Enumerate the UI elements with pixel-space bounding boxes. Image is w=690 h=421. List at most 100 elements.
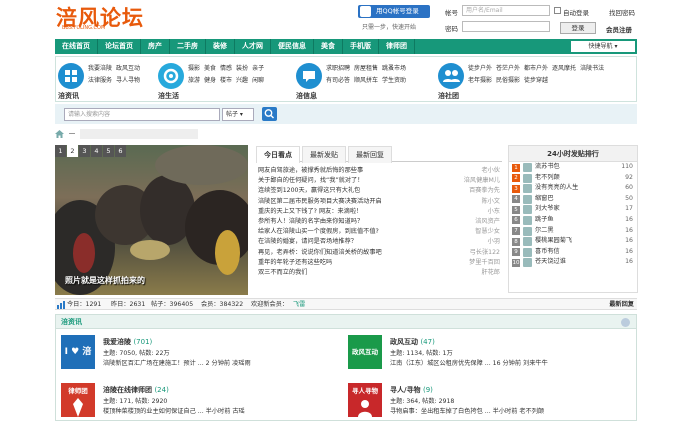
home-icon — [55, 130, 64, 138]
forum-item[interactable]: 律师团 涪陵在线律师团 (24) 主题: 171, 帖数: 2920 楼顶种菜楼… — [61, 383, 311, 419]
subnav-link[interactable]: 学生资助 — [382, 77, 406, 84]
forum-latest[interactable]: 涪陵新区百汇广场在建施工！预计 ... 2 分钟前 凌瑶雨 — [103, 358, 251, 367]
subnav-link[interactable]: 有司必答 — [326, 77, 350, 84]
photo-caption[interactable]: 照片就是这样抓拍来的 — [65, 275, 145, 286]
subnav-link[interactable]: 顺风拼车 — [354, 77, 378, 84]
subnav-link[interactable]: 旅游 — [188, 77, 200, 84]
search-input[interactable]: 请输入搜索内容 — [64, 108, 220, 121]
rank-row[interactable]: 9 喜币有信 16 — [509, 247, 637, 258]
news-item[interactable]: 关于鄙自的任何疑问，找“我”就对了！ 涪风健康M儿 — [258, 176, 500, 186]
subnav-link[interactable]: 老年摄影 — [468, 77, 492, 84]
nav-item-mobile[interactable]: 手机版 — [343, 39, 379, 54]
subnav-link[interactable]: 政风互动 — [116, 65, 140, 72]
rank-row[interactable]: 2 老不列颠 92 — [509, 173, 637, 184]
latest-replies-link[interactable]: 最新回复 — [609, 299, 634, 310]
rank-row[interactable]: 8 樱桃果园菊飞 16 — [509, 236, 637, 247]
news-item[interactable]: 连续签到1200天，赢得这只有大礼包 百赛拳为先 — [258, 186, 500, 196]
search-button[interactable] — [262, 107, 277, 121]
nav-item-realestate[interactable]: 房产 — [141, 39, 170, 54]
forum-name[interactable]: 寻人/寻物 — [390, 386, 421, 394]
subnav-link[interactable]: 徒步户外 — [468, 65, 492, 72]
forum-name[interactable]: 涪陵在线律师团 — [103, 386, 152, 394]
search-scope-select[interactable]: 帖子 ▾ — [222, 108, 254, 121]
account-input[interactable]: 用户名/Email — [462, 5, 550, 16]
stat-new-member[interactable]: 飞雷 — [293, 299, 305, 310]
stats-bar: 今日：1291 昨日：2631 帖子：396405 会员：384322 欢迎新会… — [55, 298, 637, 310]
subnav-link[interactable]: 装扮 — [236, 65, 248, 72]
subnav-link[interactable]: 寻人寻物 — [116, 77, 140, 84]
forum-item[interactable]: 政风互动 政风互动 (47) 主题: 1134, 帖数: 1万 江南（江东）城区… — [348, 335, 598, 371]
tab-today[interactable]: 今日看点 — [256, 146, 300, 163]
subnav-link[interactable]: 我要涪陵 — [88, 65, 112, 72]
register-link[interactable]: 会员注册 — [606, 24, 632, 34]
password-input[interactable] — [462, 21, 550, 32]
nav-item-food[interactable]: 美食 — [314, 39, 343, 54]
subnav-link[interactable]: 徒步穿越 — [524, 77, 548, 84]
subnav-link[interactable]: 美食 — [204, 65, 216, 72]
subnav-link[interactable]: 房屋租售 — [354, 65, 378, 72]
rank-row[interactable]: 4 缩窗巴 50 — [509, 194, 637, 205]
rank-row[interactable]: 3 没有亮亮的人生 60 — [509, 183, 637, 194]
forum-latest[interactable]: 寻物启事：坐出租车掉了白色挎包 ... 半小时前 老不列颠 — [390, 406, 544, 415]
forum-item[interactable]: 寻人寻物 寻人/寻物 (9) 主题: 364, 帖数: 2918 寻物启事：坐出… — [348, 383, 598, 419]
news-item[interactable]: 重庆的天上又下钱了? 网友：来滴啦！ 小东 — [258, 207, 500, 217]
collapse-icon[interactable] — [621, 318, 630, 327]
nav-item-decor[interactable]: 装修 — [206, 39, 235, 54]
photo-page-2[interactable]: 2 — [67, 145, 78, 157]
subnav-link[interactable]: 健身 — [204, 77, 216, 84]
forum-stats: 主题: 364, 帖数: 2918 — [390, 398, 455, 405]
subnav-link[interactable]: 闲聊 — [252, 77, 264, 84]
news-item[interactable]: 重年的年轮子还有这些吃吗 梦里千百回 — [258, 258, 500, 268]
photo-page-5[interactable]: 5 — [103, 145, 114, 157]
subnav-link[interactable]: 涪陵书法 — [580, 65, 604, 72]
photo-page-4[interactable]: 4 — [91, 145, 102, 157]
news-item[interactable]: 双三不而立的我们 肝花郎 — [258, 268, 500, 278]
nav-item-secondhand[interactable]: 二手房 — [170, 39, 206, 54]
nav-item-home[interactable]: 在线首页 — [55, 39, 98, 54]
news-item[interactable]: 涪陵区第二届市民服务项目大赛决赛活动开启 陈小文 — [258, 197, 500, 207]
news-item[interactable]: 给家人在涪陵山买一个度假房，到底值不值? 智慧少女 — [258, 227, 500, 237]
forum-latest[interactable]: 江南（江东）城区公租房优先保障 ... 16 分钟前 刘来牛牛 — [390, 358, 548, 367]
tab-new-replies[interactable]: 最新回复 — [348, 146, 392, 163]
auto-login-checkbox[interactable] — [554, 7, 561, 14]
subnav-link[interactable]: 苍茫户外 — [496, 65, 520, 72]
login-button[interactable]: 登录 — [560, 22, 596, 34]
subnav-link[interactable]: 跳蚤市场 — [382, 65, 406, 72]
photo-page-6[interactable]: 6 — [115, 145, 126, 157]
subnav-link[interactable]: 摄影 — [188, 65, 200, 72]
subnav-link[interactable]: 情感 — [220, 65, 232, 72]
rank-row[interactable]: 10 苍天饶过谁 16 — [509, 257, 637, 268]
rank-row[interactable]: 7 尔二黑 16 — [509, 226, 637, 237]
subnav-title-club: 涪社团 — [438, 92, 459, 100]
subnav-link[interactable]: 民俗摄影 — [496, 77, 520, 84]
quick-nav-dropdown[interactable]: 快捷导航 ▾ — [571, 41, 635, 52]
photo-slider[interactable] — [55, 145, 248, 295]
rank-row[interactable]: 5 刘大爷家 17 — [509, 204, 637, 215]
forgot-password-link[interactable]: 找回密码 — [609, 7, 635, 17]
forum-name[interactable]: 政风互动 — [390, 338, 418, 346]
forum-item[interactable]: I ♥ 涪陵 我爱涪陵 (701) 主题: 7050, 帖数: 22万 涪陵新区… — [61, 335, 311, 391]
nav-item-forum[interactable]: 论坛首页 — [98, 39, 141, 54]
rank-row[interactable]: 6 跳子鱼 16 — [509, 215, 637, 226]
news-item[interactable]: 参所有人！涪陵的名字由来你知道吗？ 涪风资产 — [258, 217, 500, 227]
news-item[interactable]: 网友自驾旅途，被撑秀就后悔的那些事 老小伙 — [258, 166, 500, 176]
tab-new-posts[interactable]: 最新发贴 — [302, 146, 346, 163]
nav-item-lawyer[interactable]: 律师团 — [379, 39, 415, 54]
subnav-link[interactable]: 楼市 — [220, 77, 232, 84]
section-title: 涪资讯 — [56, 315, 636, 329]
subnav-link[interactable]: 兴趣 — [236, 77, 248, 84]
photo-page-3[interactable]: 3 — [79, 145, 90, 157]
photo-page-1[interactable]: 1 — [55, 145, 66, 157]
subnav-link[interactable]: 逐风摩托 — [552, 65, 576, 72]
subnav-link[interactable]: 求职招聘 — [326, 65, 350, 72]
news-item[interactable]: 再见，老弄桥：说说你们知道涪关桥的故事吧 弓长张122 — [258, 248, 500, 258]
news-item[interactable]: 在涪陵的婚宴，请问是否场地推荐？ 小羽 — [258, 237, 500, 247]
rank-row[interactable]: 1 流苏书包 110 — [509, 162, 637, 173]
forum-name[interactable]: 我爱涪陵 — [103, 338, 131, 346]
subnav-link[interactable]: 亲子 — [252, 65, 264, 72]
nav-item-info[interactable]: 便民信息 — [271, 39, 314, 54]
nav-item-jobs[interactable]: 人才网 — [235, 39, 271, 54]
forum-latest[interactable]: 楼顶种菜楼顶的业主如何保证自己 ... 半小时前 古瑶 — [103, 406, 245, 415]
subnav-link[interactable]: 法律服务 — [88, 77, 112, 84]
subnav-link[interactable]: 都市户外 — [524, 65, 548, 72]
